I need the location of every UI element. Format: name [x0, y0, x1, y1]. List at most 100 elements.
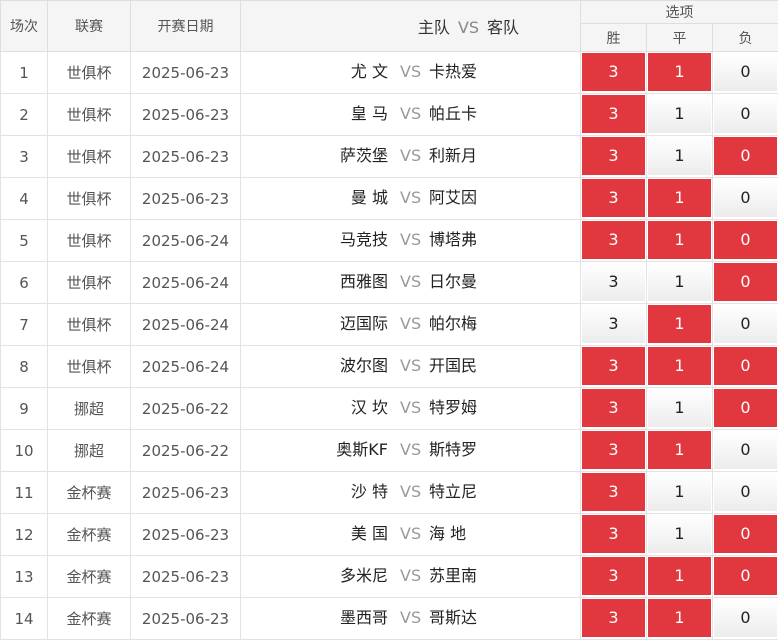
- vs-label: VS: [400, 304, 421, 344]
- away-team: 卡热爱: [429, 52, 477, 92]
- option-lose[interactable]: 0: [714, 263, 777, 301]
- header-options: 选项: [581, 1, 778, 24]
- option-draw[interactable]: 1: [648, 347, 711, 385]
- match-no: 14: [1, 598, 48, 640]
- option-draw[interactable]: 1: [648, 557, 711, 595]
- option-win[interactable]: 3: [582, 305, 645, 343]
- header-date: 开赛日期: [131, 1, 241, 52]
- option-win[interactable]: 3: [582, 221, 645, 259]
- option-win[interactable]: 3: [582, 179, 645, 217]
- match-date: 2025-06-24: [131, 346, 241, 388]
- option-lose[interactable]: 0: [714, 305, 777, 343]
- match-teams: 多米尼VS苏里南: [241, 556, 581, 598]
- away-team: 阿艾因: [429, 178, 477, 218]
- match-teams: 奥斯KFVS斯特罗: [241, 430, 581, 472]
- option-draw[interactable]: 1: [648, 137, 711, 175]
- header-match: 主队VS客队: [241, 1, 581, 52]
- vs-label: VS: [400, 220, 421, 260]
- option-win[interactable]: 3: [582, 263, 645, 301]
- vs-label: VS: [400, 598, 421, 638]
- home-team: 奥斯KF: [336, 430, 388, 470]
- match-no: 4: [1, 178, 48, 220]
- option-lose[interactable]: 0: [714, 347, 777, 385]
- option-win[interactable]: 3: [582, 599, 645, 637]
- away-team: 特立尼: [429, 472, 477, 512]
- option-win[interactable]: 3: [582, 473, 645, 511]
- option-lose[interactable]: 0: [714, 221, 777, 259]
- table-row: 3世俱杯2025-06-23萨茨堡VS利新月310: [1, 136, 778, 178]
- option-lose[interactable]: 0: [714, 473, 777, 511]
- option-draw[interactable]: 1: [648, 221, 711, 259]
- option-win[interactable]: 3: [582, 95, 645, 133]
- away-team: 开国民: [429, 346, 477, 386]
- vs-label: VS: [400, 430, 421, 470]
- match-date: 2025-06-24: [131, 220, 241, 262]
- option-lose[interactable]: 0: [714, 389, 777, 427]
- league: 金杯赛: [48, 514, 131, 556]
- vs-label: VS: [400, 346, 421, 386]
- option-draw[interactable]: 1: [648, 305, 711, 343]
- table-row: 5世俱杯2025-06-24马竞技VS博塔弗310: [1, 220, 778, 262]
- option-lose[interactable]: 0: [714, 95, 777, 133]
- vs-label: VS: [400, 262, 421, 302]
- vs-label: VS: [400, 514, 421, 554]
- away-team: 特罗姆: [429, 388, 477, 428]
- match-teams: 波尔图VS开国民: [241, 346, 581, 388]
- home-team: 马竞技: [340, 220, 388, 260]
- home-team: 迈国际: [340, 304, 388, 344]
- option-draw[interactable]: 1: [648, 473, 711, 511]
- league: 世俱杯: [48, 262, 131, 304]
- match-no: 11: [1, 472, 48, 514]
- match-no: 12: [1, 514, 48, 556]
- option-win[interactable]: 3: [582, 431, 645, 469]
- match-teams: 墨西哥VS哥斯达: [241, 598, 581, 640]
- option-draw[interactable]: 1: [648, 53, 711, 91]
- home-team: 尤 文: [351, 52, 388, 92]
- home-team: 曼 城: [351, 178, 388, 218]
- option-win[interactable]: 3: [582, 53, 645, 91]
- option-draw[interactable]: 1: [648, 515, 711, 553]
- option-draw[interactable]: 1: [648, 95, 711, 133]
- header-league: 联赛: [48, 1, 131, 52]
- match-teams: 尤 文VS卡热爱: [241, 52, 581, 94]
- match-teams: 汉 坎VS特罗姆: [241, 388, 581, 430]
- option-lose[interactable]: 0: [714, 599, 777, 637]
- option-win[interactable]: 3: [582, 557, 645, 595]
- league: 世俱杯: [48, 94, 131, 136]
- option-win[interactable]: 3: [582, 515, 645, 553]
- vs-label: VS: [400, 94, 421, 134]
- option-lose[interactable]: 0: [714, 53, 777, 91]
- option-draw[interactable]: 1: [648, 263, 711, 301]
- option-lose[interactable]: 0: [714, 515, 777, 553]
- match-no: 10: [1, 430, 48, 472]
- header-draw: 平: [647, 24, 713, 52]
- match-teams: 马竞技 VS博塔弗: [241, 220, 581, 262]
- option-draw[interactable]: 1: [648, 431, 711, 469]
- home-team: 皇 马: [351, 94, 388, 134]
- option-draw[interactable]: 1: [648, 599, 711, 637]
- league: 世俱杯: [48, 304, 131, 346]
- table-row: 6世俱杯2025-06-24西雅图VS日尔曼310: [1, 262, 778, 304]
- option-lose[interactable]: 0: [714, 179, 777, 217]
- home-team: 墨西哥: [340, 598, 388, 638]
- option-win[interactable]: 3: [582, 347, 645, 385]
- home-team: 西雅图: [340, 262, 388, 302]
- table-row: 11金杯赛2025-06-23沙 特VS特立尼310: [1, 472, 778, 514]
- option-lose[interactable]: 0: [714, 431, 777, 469]
- option-win[interactable]: 3: [582, 137, 645, 175]
- option-lose[interactable]: 0: [714, 137, 777, 175]
- option-lose[interactable]: 0: [714, 557, 777, 595]
- away-team: 日尔曼: [429, 262, 477, 302]
- away-team: 博塔弗: [429, 220, 477, 260]
- table-row: 12金杯赛2025-06-23美 国VS海 地310: [1, 514, 778, 556]
- option-win[interactable]: 3: [582, 389, 645, 427]
- table-row: 9挪超2025-06-22汉 坎VS特罗姆310: [1, 388, 778, 430]
- option-draw[interactable]: 1: [648, 389, 711, 427]
- league: 世俱杯: [48, 52, 131, 94]
- option-draw[interactable]: 1: [648, 179, 711, 217]
- match-teams: 皇 马VS帕丘卡: [241, 94, 581, 136]
- match-teams: 迈国际VS帕尔梅: [241, 304, 581, 346]
- header-win: 胜: [581, 24, 647, 52]
- match-teams: 美 国VS海 地: [241, 514, 581, 556]
- league: 金杯赛: [48, 598, 131, 640]
